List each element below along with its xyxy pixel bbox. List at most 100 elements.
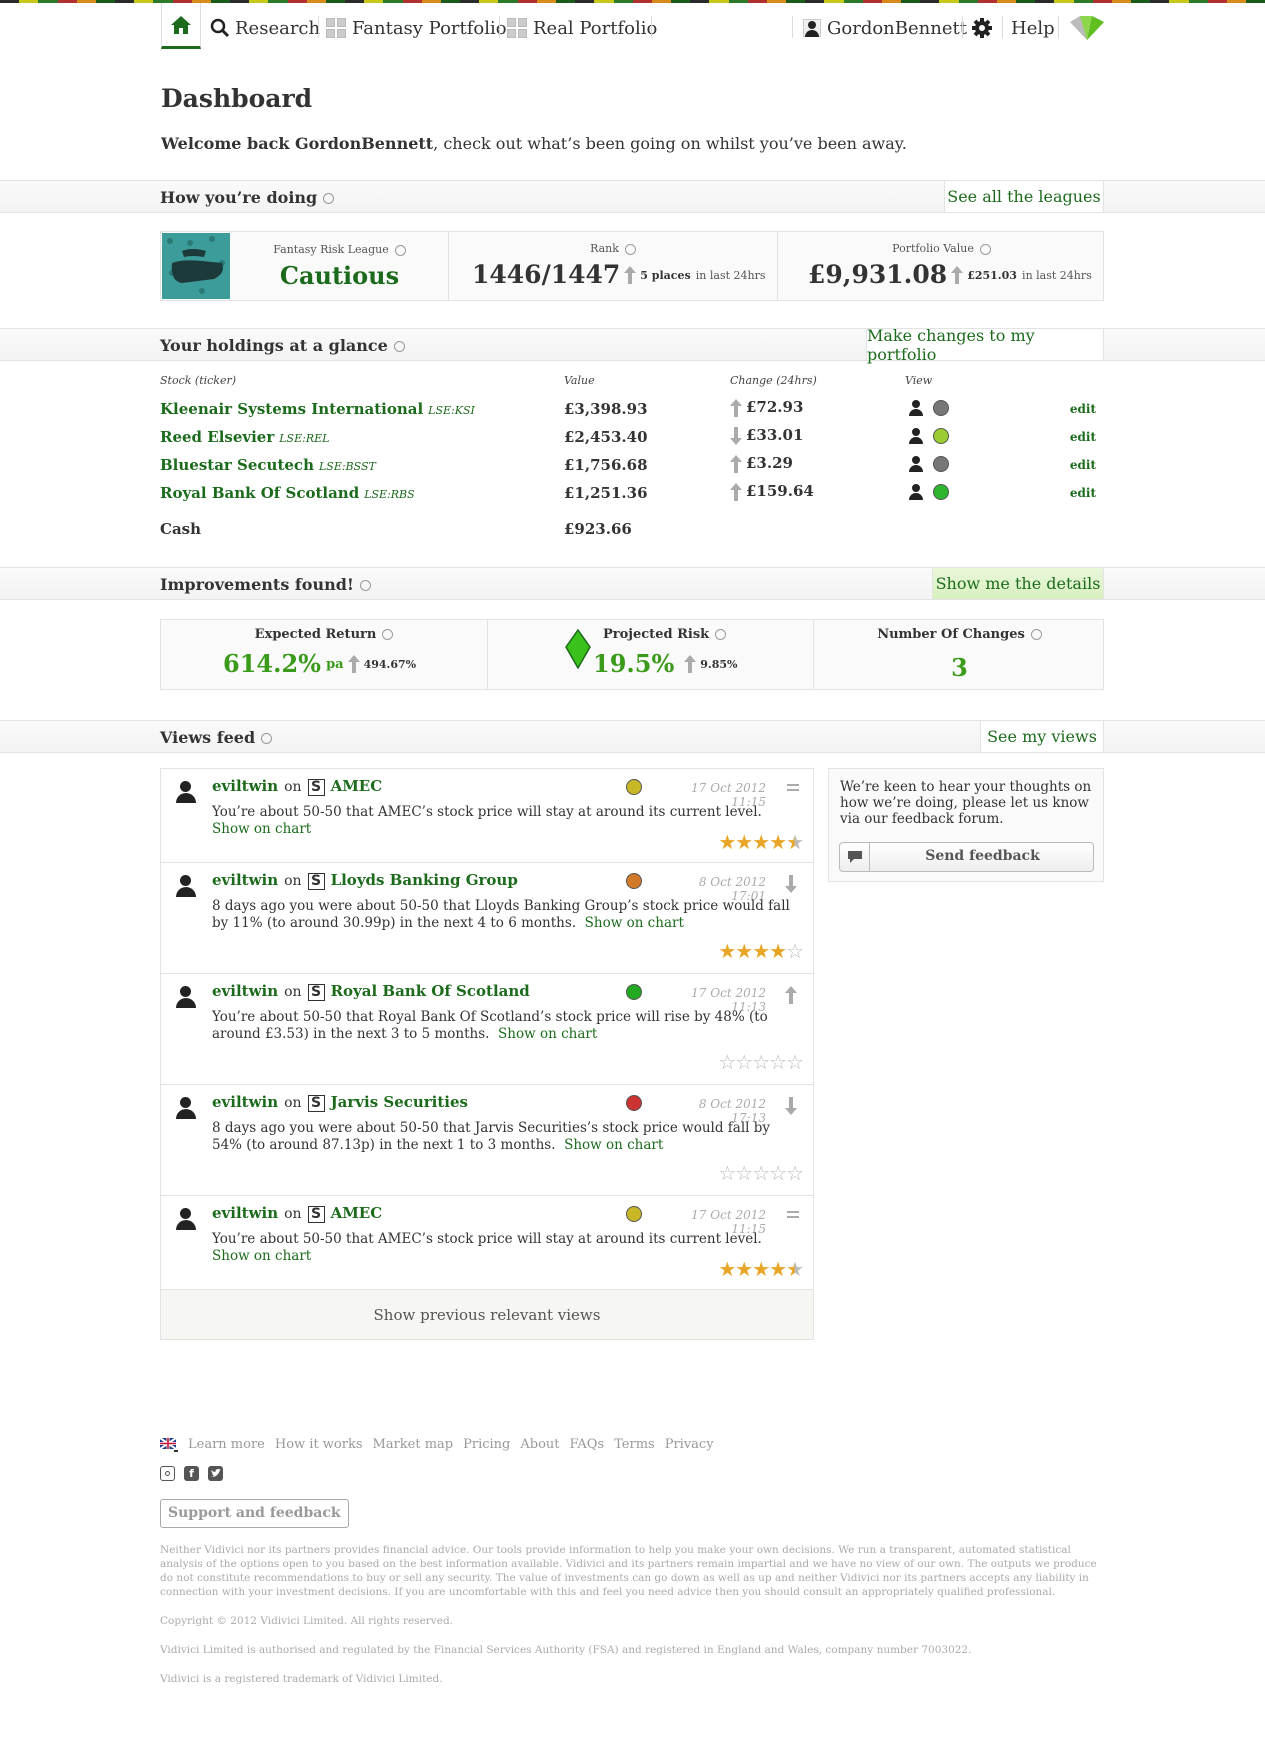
on-label: on <box>284 1095 302 1111</box>
make-changes-button[interactable]: Make changes to my portfolio <box>866 326 1104 364</box>
info-icon[interactable] <box>359 580 371 591</box>
show-on-chart-link[interactable]: Show on chart <box>564 1137 663 1153</box>
vidivici-logo[interactable] <box>1068 13 1106 43</box>
settings-button[interactable] <box>971 13 993 43</box>
footer-link[interactable]: Market map <box>373 1437 454 1452</box>
user-view-icon[interactable] <box>908 456 924 472</box>
view-user-link[interactable]: eviltwin <box>212 982 278 1000</box>
star-rating[interactable]: ★★★★★ <box>718 830 804 854</box>
see-leagues-button[interactable]: See all the leagues <box>944 181 1104 212</box>
view-stock-link[interactable]: Royal Bank Of Scotland <box>331 982 530 1000</box>
disclaimer: Neither Vidivici nor its partners provid… <box>160 1544 1097 1598</box>
user-avatar-icon[interactable] <box>175 986 197 1008</box>
league-avatar-image <box>162 233 230 299</box>
star-rating[interactable]: ★★★★★ <box>718 1257 804 1281</box>
uk-flag-icon[interactable] <box>160 1437 178 1452</box>
speech-bubble-icon <box>840 843 870 871</box>
footer-link[interactable]: Pricing <box>463 1437 510 1452</box>
footer-link[interactable]: About <box>520 1437 559 1452</box>
footer-link[interactable]: Terms <box>614 1437 655 1452</box>
edit-link[interactable]: edit <box>1070 486 1096 500</box>
view-user-link[interactable]: eviltwin <box>212 1204 278 1222</box>
info-icon[interactable] <box>979 243 991 255</box>
column-header-view: View <box>905 374 933 387</box>
view-status-dot[interactable] <box>933 428 949 444</box>
info-icon[interactable] <box>624 243 636 255</box>
up-arrow-icon <box>730 455 742 473</box>
view-text: 8 days ago you were about 50-50 that Llo… <box>212 898 790 931</box>
view-stock-link[interactable]: AMEC <box>331 1204 383 1222</box>
holding-change: £159.64 <box>726 482 814 501</box>
view-status-dot <box>626 1206 642 1222</box>
nav-real-portfolio[interactable]: Real Portfolio <box>507 13 657 43</box>
nav-real-label: Real Portfolio <box>533 17 658 39</box>
user-avatar-icon[interactable] <box>175 781 197 803</box>
show-on-chart-link[interactable]: Show on chart <box>498 1026 597 1042</box>
footer-link[interactable]: FAQs <box>570 1437 605 1452</box>
user-avatar-icon[interactable] <box>175 1097 197 1119</box>
rank-value: 1446/1447 <box>472 260 621 289</box>
view-user-link[interactable]: eviltwin <box>212 777 278 795</box>
user-view-icon[interactable] <box>908 484 924 500</box>
show-previous-views-button[interactable]: Show previous relevant views <box>160 1290 814 1340</box>
nav-research[interactable]: Research <box>210 13 320 43</box>
stock-name-link[interactable]: Royal Bank Of Scotland LSE:RBS <box>160 484 415 502</box>
support-feedback-button[interactable]: Support and feedback <box>160 1499 349 1528</box>
stock-name-link[interactable]: Reed Elsevier LSE:REL <box>160 428 329 446</box>
view-stock-link[interactable]: Lloyds Banking Group <box>331 871 518 889</box>
info-icon[interactable] <box>715 629 727 640</box>
view-status-dot <box>626 873 642 889</box>
projected-risk-change: 9.85% <box>700 658 738 671</box>
facebook-icon[interactable]: f <box>184 1466 199 1481</box>
edit-link[interactable]: edit <box>1070 430 1096 444</box>
user-avatar-icon[interactable] <box>175 1208 197 1230</box>
view-header: eviltwin on S AMEC <box>212 777 382 796</box>
user-view-icon[interactable] <box>908 400 924 416</box>
edit-link[interactable]: edit <box>1070 402 1096 416</box>
home-tab[interactable] <box>161 3 201 49</box>
user-view-icon[interactable] <box>908 428 924 444</box>
rank-cell: Rank 1446/1447 5 places in last 24hrs <box>449 232 778 300</box>
stock-name-link[interactable]: Bluestar Secutech LSE:BSST <box>160 456 376 474</box>
show-on-chart-link[interactable]: Show on chart <box>212 1248 311 1264</box>
footer-link[interactable]: Learn more <box>188 1437 265 1452</box>
instagram-icon[interactable] <box>160 1466 175 1481</box>
home-icon <box>171 15 191 34</box>
view-stock-link[interactable]: AMEC <box>331 777 383 795</box>
edit-link[interactable]: edit <box>1070 458 1096 472</box>
star-rating[interactable]: ☆☆☆☆☆ <box>718 1161 804 1185</box>
league-value: Cautious <box>279 261 400 290</box>
view-feed-item: eviltwin on S Jarvis Securities 8 Oct 2012 1… <box>160 1085 814 1196</box>
star-rating[interactable]: ★★★★☆ <box>718 939 804 963</box>
info-icon[interactable] <box>382 629 394 640</box>
send-feedback-button[interactable]: Send feedback <box>839 842 1094 872</box>
view-status-dot[interactable] <box>933 456 949 472</box>
info-icon[interactable] <box>1030 629 1042 640</box>
star-rating[interactable]: ☆☆☆☆☆ <box>718 1050 804 1074</box>
nav-user[interactable]: GordonBennett <box>803 13 967 43</box>
info-icon[interactable] <box>393 341 405 352</box>
footer-link[interactable]: How it works <box>275 1437 363 1452</box>
show-details-button[interactable]: Show me the details <box>932 568 1104 599</box>
view-status-dot[interactable] <box>933 400 949 416</box>
show-on-chart-link[interactable]: Show on chart <box>212 821 311 837</box>
show-on-chart-link[interactable]: Show on chart <box>585 915 684 931</box>
nav-help[interactable]: Help <box>1011 13 1055 43</box>
view-stock-link[interactable]: Jarvis Securities <box>331 1093 468 1111</box>
info-icon[interactable] <box>323 193 335 204</box>
info-icon[interactable] <box>394 244 406 256</box>
nav-fantasy-portfolio[interactable]: Fantasy Portfolio <box>326 13 507 43</box>
twitter-icon[interactable] <box>208 1466 223 1481</box>
stock-name-link[interactable]: Kleenair Systems International LSE:KSI <box>160 400 475 418</box>
holding-row: Kleenair Systems International LSE:KSI £3,… <box>160 396 1096 424</box>
view-user-link[interactable]: eviltwin <box>212 1093 278 1111</box>
user-avatar-icon[interactable] <box>175 875 197 897</box>
view-status-dot[interactable] <box>933 484 949 500</box>
info-icon[interactable] <box>261 733 273 744</box>
on-label: on <box>284 1206 302 1222</box>
see-my-views-button[interactable]: See my views <box>980 721 1104 752</box>
view-user-link[interactable]: eviltwin <box>212 871 278 889</box>
on-label: on <box>284 873 302 889</box>
up-arrow-icon <box>684 654 697 673</box>
footer-link[interactable]: Privacy <box>665 1437 714 1452</box>
